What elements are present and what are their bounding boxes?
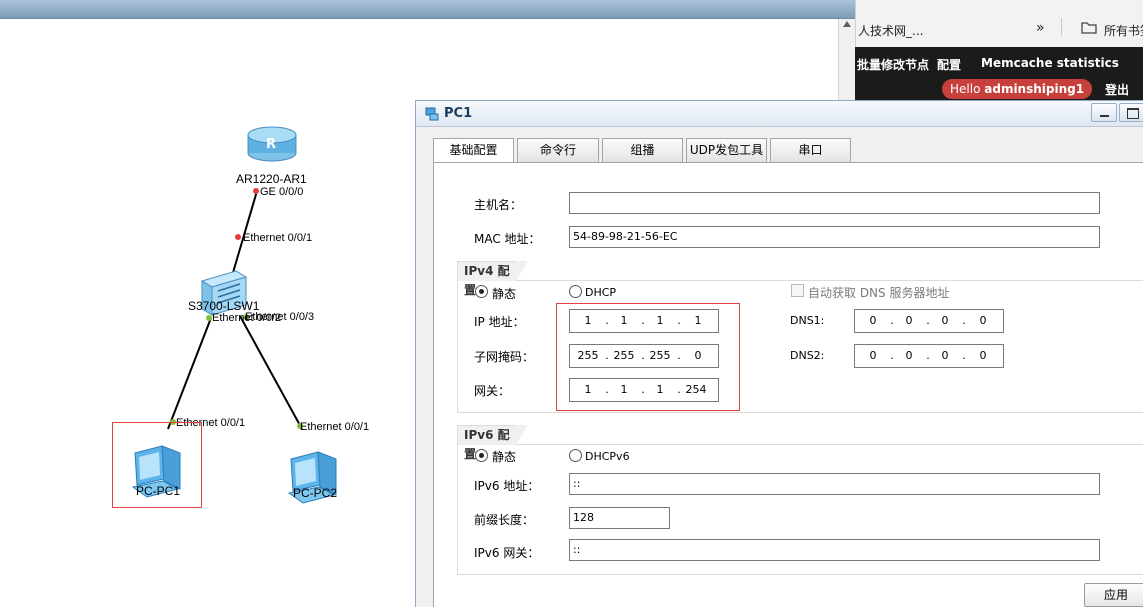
dns1-dot: . <box>962 314 966 327</box>
mac-label: MAC 地址： <box>474 232 541 246</box>
ip-settings-highlight-box <box>556 303 740 411</box>
scroll-up-arrow-icon[interactable] <box>843 21 851 27</box>
nav-batch-edit[interactable]: 批量修改节点 <box>857 56 929 73</box>
switch-port3-label: Ethernet 0/0/3 <box>245 311 315 323</box>
dialog-title: PC1 <box>444 106 473 121</box>
pc-icon <box>425 107 439 121</box>
dhcpv6-radio[interactable] <box>569 449 582 462</box>
dhcpv6-label: DHCPv6 <box>585 450 630 463</box>
nav-memcache-statistics[interactable]: Memcache statistics <box>981 56 1119 70</box>
bookmarks-bar: 人技术网_... » 所有书签 <box>855 0 1143 47</box>
dns2-octet: 0 <box>941 349 949 362</box>
link-switch-pc1 <box>167 317 212 430</box>
bookmarks-overflow-icon[interactable]: » <box>1036 20 1045 36</box>
dialog-title-bar[interactable]: PC1 <box>416 101 1143 127</box>
all-bookmarks-link[interactable]: 所有书签 <box>1104 22 1143 39</box>
ipv6-gateway-input[interactable]: :: <box>569 539 1100 561</box>
admin-nav-bar: 批量修改节点 配置 Memcache statistics Hello admi… <box>855 47 1143 100</box>
router-icon[interactable]: R <box>247 126 297 162</box>
ipv4-dhcp-label: DHCP <box>585 286 617 299</box>
auto-dns-label: 自动获取 DNS 服务器地址 <box>808 286 950 300</box>
tab-multicast[interactable]: 组播 <box>602 138 683 162</box>
dns2-octet: 0 <box>905 349 913 362</box>
dns2-octet: 0 <box>979 349 987 362</box>
link-switch-pc2 <box>239 315 303 430</box>
pc2-port-label: Ethernet 0/0/1 <box>300 421 370 433</box>
browser-window-fragment: 人技术网_... » 所有书签 批量修改节点 配置 Memcache stati… <box>855 0 1143 100</box>
port-dot-switch-uplink <box>235 234 241 240</box>
dns1-octet: 0 <box>905 314 913 327</box>
bookmark-item[interactable]: 人技术网_... <box>858 22 923 39</box>
ipv4-static-radio[interactable] <box>475 285 488 298</box>
folder-icon <box>1081 22 1097 34</box>
dns1-octet: 0 <box>869 314 877 327</box>
tab-command-line[interactable]: 命令行 <box>517 138 599 162</box>
ipv4-dhcp-radio[interactable] <box>569 285 582 298</box>
ip-address-label: IP 地址： <box>474 315 525 329</box>
gateway-label: 网关： <box>474 384 511 398</box>
auto-dns-checkbox[interactable] <box>791 284 804 297</box>
pc1-label: PC-PC1 <box>136 484 181 498</box>
switch-uplink-port-label: Ethernet 0/0/1 <box>243 232 313 244</box>
tab-basic-config[interactable]: 基础配置 <box>433 138 514 163</box>
user-greeting-badge: Hello adminshiping1 <box>942 79 1093 99</box>
subnet-mask-label: 子网掩码： <box>474 350 535 364</box>
nav-config[interactable]: 配置 <box>937 56 961 73</box>
hostname-label: 主机名： <box>474 198 523 212</box>
ipv6-group-title: IPv6 配置 <box>457 425 528 461</box>
dns1-label: DNS1: <box>790 314 825 327</box>
ipv6-address-input[interactable]: :: <box>569 473 1100 495</box>
dns2-input[interactable]: 0. 0. 0. 0 <box>854 344 1004 368</box>
basic-config-panel: 主机名： MAC 地址： 54-89-98-21-56-EC IPv4 配置 静… <box>433 162 1143 607</box>
dns1-input[interactable]: 0. 0. 0. 0 <box>854 309 1004 333</box>
tab-udp-tool[interactable]: UDP发包工具 <box>686 138 767 162</box>
mac-address-field[interactable]: 54-89-98-21-56-EC <box>569 226 1100 248</box>
ipv6-static-radio[interactable] <box>475 449 488 462</box>
hostname-input[interactable] <box>569 192 1100 214</box>
dns1-octet: 0 <box>941 314 949 327</box>
greeting-username: adminshiping1 <box>984 82 1085 96</box>
ipv4-group-title: IPv4 配置 <box>457 261 528 297</box>
maximize-button[interactable] <box>1119 103 1143 122</box>
pc1-config-dialog: PC1 基础配置 命令行 组播 UDP发包工具 串口 主机名： MAC 地址： … <box>415 100 1143 607</box>
svg-text:R: R <box>266 137 276 152</box>
ipv6-address-label: IPv6 地址： <box>474 479 540 493</box>
router-port-label: GE 0/0/0 <box>260 186 304 198</box>
router-label: AR1220-AR1 <box>236 172 307 186</box>
pc2-label: PC-PC2 <box>293 486 338 500</box>
logout-link[interactable]: 登出 <box>1105 81 1129 98</box>
prefix-length-input[interactable]: 128 <box>569 507 670 529</box>
greeting-prefix: Hello <box>950 82 981 96</box>
screen: R AR1220-AR1 GE 0/0/0 Ethernet 0/0/1 S37… <box>0 0 1143 607</box>
topology-title-bar <box>0 0 855 19</box>
port-dot-router <box>253 188 259 194</box>
minimize-button[interactable] <box>1091 103 1117 122</box>
apply-button[interactable]: 应用 <box>1084 583 1143 607</box>
ipv6-static-label: 静态 <box>492 450 517 464</box>
ipv6-gateway-label: IPv6 网关： <box>474 546 540 560</box>
dns2-octet: 0 <box>869 349 877 362</box>
dns2-label: DNS2: <box>790 349 825 362</box>
dns2-dot: . <box>962 349 966 362</box>
bookmarks-divider <box>1061 18 1062 36</box>
tab-serial[interactable]: 串口 <box>770 138 851 162</box>
ipv4-static-label: 静态 <box>492 287 517 301</box>
prefix-length-label: 前缀长度： <box>474 513 535 527</box>
dns1-octet: 0 <box>979 314 987 327</box>
